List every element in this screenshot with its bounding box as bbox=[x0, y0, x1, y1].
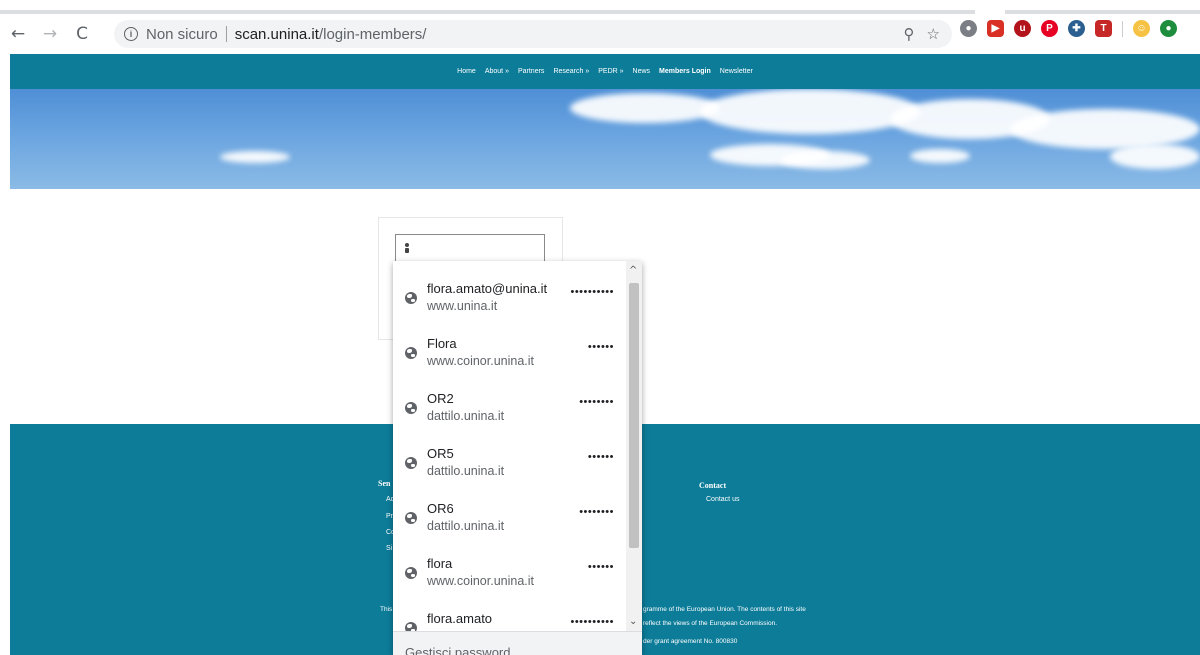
autofill-username: OR6 bbox=[427, 501, 454, 516]
globe-icon bbox=[405, 347, 417, 359]
footer-col1-title: Sen bbox=[378, 479, 391, 488]
autofill-entry[interactable]: OR2 dattilo.unina.it •••••••• bbox=[393, 371, 626, 426]
autofill-password-mask: •••••••••• bbox=[570, 616, 614, 628]
autofill-password-mask: •••••••• bbox=[579, 506, 614, 518]
extension-ublock-icon[interactable]: u bbox=[1014, 20, 1031, 37]
bookmark-star-icon[interactable]: ☆ bbox=[927, 25, 940, 43]
autofill-username: OR5 bbox=[427, 446, 454, 461]
globe-icon bbox=[405, 457, 417, 469]
back-button[interactable]: ← bbox=[4, 20, 32, 48]
info-icon[interactable]: i bbox=[124, 27, 138, 41]
globe-icon bbox=[405, 567, 417, 579]
site-nav: Home About » Partners Research » PEDR » News M… bbox=[10, 54, 1200, 89]
manage-passwords-item[interactable]: Gestisci password bbox=[393, 631, 642, 655]
autofill-entry[interactable]: OR6 dattilo.unina.it •••••••• bbox=[393, 481, 626, 536]
nav-item-research[interactable]: Research » bbox=[553, 68, 589, 75]
username-input[interactable] bbox=[395, 234, 545, 262]
autofill-site: dattilo.unina.it bbox=[427, 409, 505, 423]
browser-toolbar: ← → C i Non sicuro scan.unina.it/login-m… bbox=[0, 14, 1200, 54]
autofill-site: dattilo.unina.it bbox=[427, 464, 505, 478]
extensions-separator bbox=[1122, 20, 1123, 37]
autofill-site: www.unina.it bbox=[427, 299, 498, 313]
autofill-entry[interactable]: flora.amato@unina.it www.unina.it ••••••••… bbox=[393, 261, 626, 316]
extensions-bar: ● ▶ u P ✚ T ☺ ● bbox=[960, 20, 1177, 37]
funding-text-line2: reflect the views of the European Commis… bbox=[643, 620, 778, 627]
autofill-username: OR2 bbox=[427, 391, 454, 406]
contact-us-link[interactable]: Contact us bbox=[706, 496, 739, 503]
manage-passwords-label: Gestisci password bbox=[405, 645, 511, 655]
autofill-username: flora.amato bbox=[427, 611, 493, 626]
autofill-password-mask: •••••••• bbox=[579, 396, 614, 408]
scroll-up-icon[interactable]: ^ bbox=[629, 265, 637, 276]
address-bar[interactable]: i Non sicuro scan.unina.it/login-members… bbox=[114, 20, 952, 48]
insecure-label: Non sicuro bbox=[146, 25, 218, 43]
extension-emoji-icon[interactable]: ☺ bbox=[1133, 20, 1150, 37]
nav-item-partners[interactable]: Partners bbox=[518, 68, 544, 75]
funding-text-line3: der grant agreement No. 800830 bbox=[643, 638, 738, 645]
autofill-site: www.coinor.unina.it bbox=[427, 354, 535, 368]
autofill-username: flora bbox=[427, 556, 453, 571]
globe-icon bbox=[405, 512, 417, 524]
nav-item-pedr[interactable]: PEDR » bbox=[598, 68, 623, 75]
url-host: scan.unina.it bbox=[234, 25, 319, 43]
extension-pinterest-icon[interactable]: P bbox=[1041, 20, 1058, 37]
funding-text-line1: gramme of the European Union. The conten… bbox=[643, 606, 806, 613]
autofill-password-mask: •••••• bbox=[587, 451, 614, 463]
autofill-entry[interactable]: flora.amato •••••••••• bbox=[393, 591, 626, 631]
extension-speech-icon[interactable]: ● bbox=[960, 20, 977, 37]
globe-icon bbox=[405, 622, 417, 631]
footer-link[interactable]: Pr bbox=[386, 513, 393, 520]
footer-text-fragment: This bbox=[380, 606, 393, 613]
autofill-password-mask: •••••••••• bbox=[570, 286, 614, 298]
omnibox-separator bbox=[225, 26, 227, 42]
user-icon bbox=[405, 243, 409, 253]
footer-link[interactable]: Si bbox=[386, 545, 392, 552]
nav-item-home[interactable]: Home bbox=[457, 68, 476, 75]
scroll-down-icon[interactable]: ⌄ bbox=[629, 616, 637, 627]
autofill-password-mask: •••••• bbox=[587, 561, 614, 573]
autofill-username: flora.amato@unina.it bbox=[427, 281, 548, 296]
extension-red-play-icon[interactable]: ▶ bbox=[987, 20, 1004, 37]
password-autofill-dropdown: flora.amato@unina.it www.unina.it ••••••••… bbox=[393, 261, 642, 655]
tab-strip bbox=[0, 0, 1200, 14]
autofill-entry[interactable]: flora www.coinor.unina.it •••••• bbox=[393, 536, 626, 591]
nav-item-members-login[interactable]: Members Login bbox=[659, 68, 711, 75]
autofill-username: Flora bbox=[427, 336, 457, 351]
autofill-password-mask: •••••• bbox=[587, 341, 614, 353]
reload-button[interactable]: C bbox=[68, 20, 96, 48]
nav-item-about[interactable]: About » bbox=[485, 68, 509, 75]
nav-item-newsletter[interactable]: Newsletter bbox=[720, 68, 753, 75]
autofill-list: flora.amato@unina.it www.unina.it ••••••••… bbox=[393, 261, 626, 631]
extension-green-icon[interactable]: ● bbox=[1160, 20, 1177, 37]
extension-blue-gear-icon[interactable]: ✚ bbox=[1068, 20, 1085, 37]
zoom-icon[interactable]: ⚲ bbox=[904, 25, 915, 43]
autofill-entry[interactable]: OR5 dattilo.unina.it •••••• bbox=[393, 426, 626, 481]
globe-icon bbox=[405, 292, 417, 304]
autofill-entry[interactable]: Flora www.coinor.unina.it •••••• bbox=[393, 316, 626, 371]
autofill-scrollbar[interactable]: ^ ⌄ bbox=[626, 261, 642, 631]
scrollbar-thumb[interactable] bbox=[629, 283, 639, 548]
nav-item-news[interactable]: News bbox=[633, 68, 651, 75]
autofill-site: www.coinor.unina.it bbox=[427, 574, 535, 588]
extension-t-icon[interactable]: T bbox=[1095, 20, 1112, 37]
url-path: /login-members/ bbox=[318, 25, 427, 43]
globe-icon bbox=[405, 402, 417, 414]
forward-button[interactable]: → bbox=[36, 20, 64, 48]
hero-banner bbox=[10, 89, 1200, 189]
footer-col2-title: Contact bbox=[699, 481, 727, 490]
autofill-site: dattilo.unina.it bbox=[427, 519, 505, 533]
